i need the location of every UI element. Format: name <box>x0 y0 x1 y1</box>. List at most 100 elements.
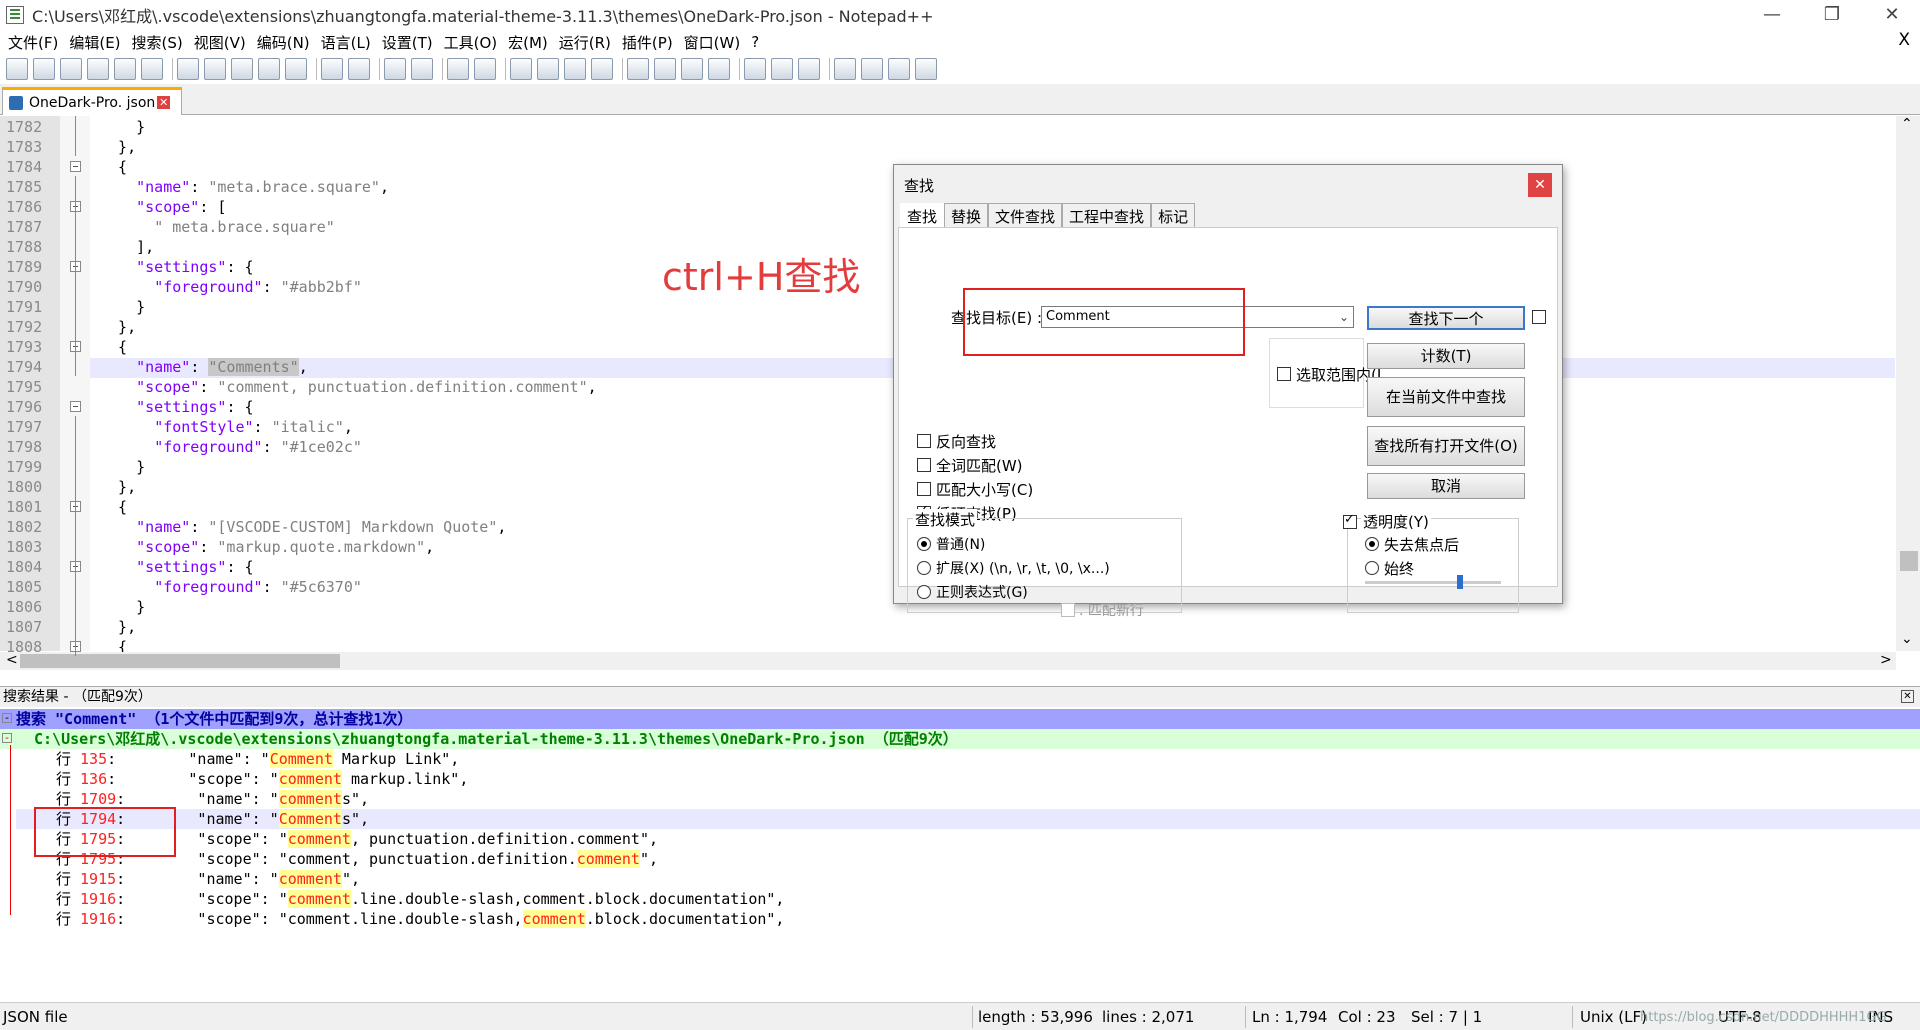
trans-radio-1[interactable] <box>1365 561 1379 575</box>
horizontal-scroll-thumb[interactable] <box>20 654 340 668</box>
code-line[interactable]: } <box>100 297 145 317</box>
horizontal-scrollbar[interactable]: < > <box>0 652 1896 670</box>
maximize-button[interactable]: ❐ <box>1804 0 1860 30</box>
find-next-button[interactable]: 查找下一个 <box>1367 306 1525 330</box>
menu-item-4[interactable]: 编码(N) <box>257 32 310 53</box>
dialog-tab-2[interactable]: 文件查找 <box>988 203 1063 229</box>
transparency-slider-track[interactable] <box>1365 575 1501 589</box>
menu-item-12[interactable]: ? <box>751 33 759 51</box>
status-eol[interactable]: Unix (LF) <box>1580 1008 1647 1026</box>
tab-onedark-pro-json[interactable]: OneDark-Pro. json ✕ <box>2 87 182 115</box>
menu-item-0[interactable]: 文件(F) <box>8 32 58 53</box>
close-window-button[interactable]: ✕ <box>1864 0 1920 30</box>
result-row[interactable]: 行 1795: "scope": "comment, punctuation.d… <box>16 829 1920 849</box>
toolbar-button-24[interactable] <box>708 58 730 80</box>
code-line[interactable]: "name": "Comments", <box>100 357 308 377</box>
code-line[interactable]: ], <box>100 237 154 257</box>
cancel-button[interactable]: 取消 <box>1367 473 1525 499</box>
toolbar-button-7[interactable] <box>204 58 226 80</box>
toolbar-button-17[interactable] <box>510 58 532 80</box>
dialog-tab-0[interactable]: 查找 <box>900 203 945 229</box>
toolbar-button-20[interactable] <box>591 58 613 80</box>
fold-marker-icon[interactable] <box>70 401 81 412</box>
extra-checkbox[interactable] <box>1532 310 1546 324</box>
count-button[interactable]: 计数(T) <box>1367 343 1525 369</box>
in-selection-checkbox[interactable] <box>1277 367 1291 381</box>
toolbar-button-12[interactable] <box>348 58 370 80</box>
transparency-checkbox[interactable] <box>1343 512 1357 529</box>
collapse-icon[interactable]: - <box>2 712 12 723</box>
result-row[interactable]: 行 1916: "scope": "comment.line.double-sl… <box>16 909 1920 929</box>
option-checkbox-2[interactable] <box>917 482 931 496</box>
menu-item-1[interactable]: 编辑(E) <box>69 32 120 53</box>
toolbar-button-6[interactable] <box>177 58 199 80</box>
code-line[interactable]: }, <box>100 317 136 337</box>
vertical-scrollbar[interactable]: ⌃ ⌄ <box>1896 116 1920 651</box>
results-close-button[interactable]: ✕ <box>1901 690 1914 703</box>
code-line[interactable]: { <box>100 497 127 517</box>
toolbar-button-3[interactable] <box>87 58 109 80</box>
code-line[interactable]: { <box>100 337 127 357</box>
toolbar-button-4[interactable] <box>114 58 136 80</box>
code-line[interactable]: "foreground": "#1ce02c" <box>100 437 362 457</box>
dialog-tab-4[interactable]: 标记 <box>1151 203 1196 229</box>
trans-radio-0[interactable] <box>1365 537 1379 551</box>
result-row[interactable]: 行 1709: "name": "comments", <box>16 789 1920 809</box>
result-row[interactable]: 行 1916: "scope": "comment.line.double-sl… <box>16 889 1920 909</box>
minimize-button[interactable]: — <box>1744 0 1800 30</box>
toolbar-button-1[interactable] <box>33 58 55 80</box>
toolbar-button-2[interactable] <box>60 58 82 80</box>
find-all-open-button[interactable]: 查找所有打开文件(O) <box>1367 426 1525 466</box>
toolbar-button-28[interactable] <box>834 58 856 80</box>
code-line[interactable]: "foreground": "#abb2bf" <box>100 277 362 297</box>
code-line[interactable]: "name": "[VSCODE-CUSTOM] Markdown Quote"… <box>100 517 506 537</box>
toolbar-button-23[interactable] <box>681 58 703 80</box>
code-line[interactable]: } <box>100 117 145 137</box>
match-newline-checkbox[interactable] <box>1061 603 1075 617</box>
collapse-file-icon[interactable]: - <box>2 732 12 743</box>
fold-marker-icon[interactable] <box>70 161 81 172</box>
toolbar-button-11[interactable] <box>321 58 343 80</box>
code-line[interactable]: "settings": { <box>100 557 253 577</box>
mode-radio-2[interactable] <box>917 585 931 599</box>
toolbar-button-10[interactable] <box>285 58 307 80</box>
toolbar-button-22[interactable] <box>654 58 676 80</box>
menu-item-2[interactable]: 搜索(S) <box>132 32 183 53</box>
toolbar-button-0[interactable] <box>6 58 28 80</box>
chevron-down-icon[interactable]: ⌄ <box>1339 307 1349 327</box>
vertical-scroll-thumb[interactable] <box>1900 551 1918 571</box>
code-line[interactable]: "fontStyle": "italic", <box>100 417 353 437</box>
code-line[interactable]: "settings": { <box>100 257 253 277</box>
code-line[interactable]: "scope": "comment, punctuation.definitio… <box>100 377 597 397</box>
mode-radio-1[interactable] <box>917 561 931 575</box>
dialog-tab-3[interactable]: 工程中查找 <box>1062 203 1152 229</box>
code-line[interactable]: } <box>100 457 145 477</box>
close-document-button[interactable]: X <box>1898 30 1910 50</box>
find-in-current-button[interactable]: 在当前文件中查找 <box>1367 377 1525 417</box>
mode-radio-0[interactable] <box>917 537 931 551</box>
menu-item-10[interactable]: 插件(P) <box>622 32 673 53</box>
code-line[interactable]: }, <box>100 617 136 637</box>
toolbar-button-8[interactable] <box>231 58 253 80</box>
option-checkbox-0[interactable] <box>917 434 931 448</box>
toolbar-button-9[interactable] <box>258 58 280 80</box>
toolbar-button-16[interactable] <box>474 58 496 80</box>
menu-item-8[interactable]: 宏(M) <box>508 32 548 53</box>
menu-item-6[interactable]: 设置(T) <box>382 32 433 53</box>
code-line[interactable]: }, <box>100 477 136 497</box>
menu-item-9[interactable]: 运行(R) <box>559 32 611 53</box>
toolbar-button-27[interactable] <box>798 58 820 80</box>
toolbar-button-29[interactable] <box>861 58 883 80</box>
dialog-tab-1[interactable]: 替换 <box>944 203 989 229</box>
code-line[interactable]: { <box>100 157 127 177</box>
toolbar-button-13[interactable] <box>384 58 406 80</box>
result-row[interactable]: 行 1915: "name": "comment", <box>16 869 1920 889</box>
menu-item-3[interactable]: 视图(V) <box>194 32 246 53</box>
results-file-line[interactable]: C:\Users\邓红成\.vscode\extensions\zhuangto… <box>0 729 1920 749</box>
toolbar-button-5[interactable] <box>141 58 163 80</box>
toolbar-button-25[interactable] <box>744 58 766 80</box>
code-line[interactable]: "name": "meta.brace.square", <box>100 177 389 197</box>
result-row[interactable]: 行 1795: "scope": "comment, punctuation.d… <box>16 849 1920 869</box>
code-line[interactable]: " meta.brace.square" <box>100 217 335 237</box>
code-line[interactable]: "scope": "markup.quote.markdown", <box>100 537 434 557</box>
